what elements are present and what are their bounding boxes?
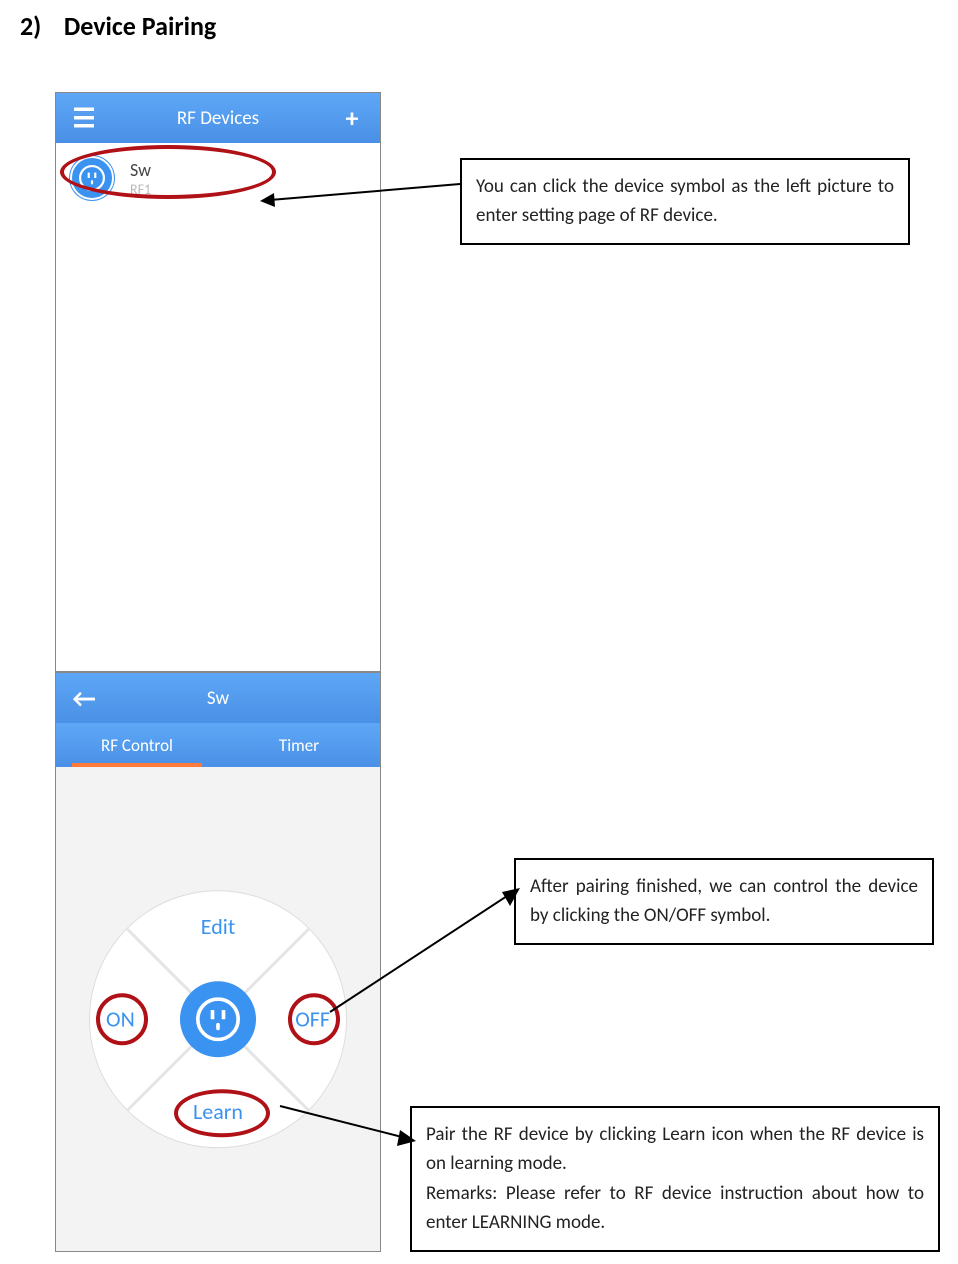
app-bar: ☰ RF Devices + <box>56 93 380 143</box>
annotation-text-2: After pairing finished, we can control t… <box>530 875 918 927</box>
tab-timer-label: Timer <box>279 735 319 756</box>
learn-button[interactable]: Learn <box>193 1098 243 1125</box>
outlet-icon[interactable] <box>70 156 114 200</box>
heading-title: Device Pairing <box>64 10 216 42</box>
appbar-title-2: Sw <box>98 687 338 710</box>
device-id: RF1 <box>130 181 151 198</box>
device-row[interactable]: Sw RF1 <box>56 143 380 213</box>
section-heading: 2) Device Pairing <box>20 10 938 42</box>
edit-button[interactable]: Edit <box>201 913 235 940</box>
annotation-text-3a: Pair the RF device by clicking Learn ico… <box>426 1120 924 1179</box>
annotation-text-1: You can click the device symbol as the l… <box>476 175 894 227</box>
screenshot-rf-control: ← Sw RF Control Timer Edit Learn ON OFF <box>55 672 381 1252</box>
tab-rf-control-label: RF Control <box>101 735 173 756</box>
hamburger-icon[interactable]: ☰ <box>70 102 98 134</box>
tab-rf-control[interactable]: RF Control <box>56 723 218 767</box>
app-bar-2: ← Sw <box>56 673 380 723</box>
back-icon[interactable]: ← <box>70 682 98 714</box>
add-icon[interactable]: + <box>338 102 366 134</box>
tabs: RF Control Timer <box>56 723 380 767</box>
annotation-text-3b: Remarks: Please refer to RF device instr… <box>426 1179 924 1238</box>
appbar-title: RF Devices <box>98 107 338 130</box>
on-button[interactable]: ON <box>106 1006 135 1033</box>
screenshot-rf-devices: ☰ RF Devices + Sw RF1 <box>55 92 381 672</box>
annotation-onoff: After pairing finished, we can control t… <box>514 858 934 945</box>
tab-timer[interactable]: Timer <box>218 723 380 767</box>
control-pad-area: Edit Learn ON OFF <box>56 767 380 1251</box>
off-button[interactable]: OFF <box>295 1006 330 1033</box>
device-text: Sw RF1 <box>130 159 151 198</box>
control-pad: Edit Learn ON OFF <box>90 891 346 1147</box>
device-name: Sw <box>130 159 151 181</box>
center-outlet-button[interactable] <box>180 981 256 1057</box>
annotation-device-symbol: You can click the device symbol as the l… <box>460 158 910 245</box>
heading-number: 2) <box>20 10 58 42</box>
content-region: ☰ RF Devices + Sw RF1 You can click the … <box>20 92 938 1252</box>
annotation-learn: Pair the RF device by clicking Learn ico… <box>410 1106 940 1252</box>
